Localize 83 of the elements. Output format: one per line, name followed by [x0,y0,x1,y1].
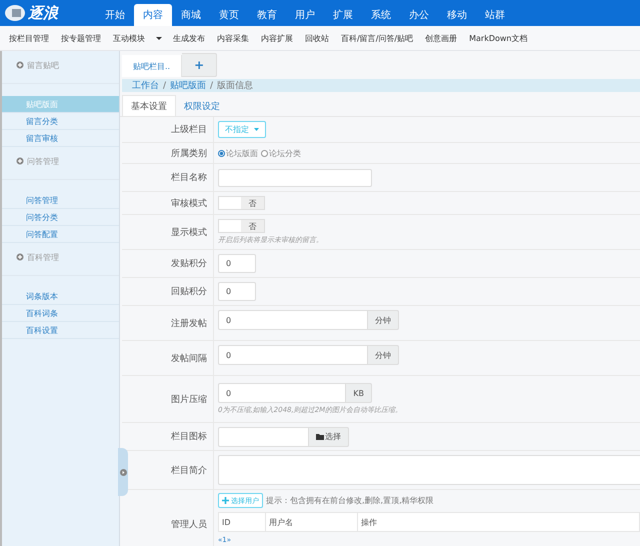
sidebar-item[interactable]: 百科设置 [2,322,119,339]
field-label: 审核模式 [171,198,207,210]
unit-label: KB [346,383,372,403]
number-field[interactable]: 0 [218,254,256,273]
add-tab-button[interactable]: + [182,53,218,77]
field-label: 图片压缩 [171,394,207,406]
nav-tab[interactable]: 扩展 [324,4,362,26]
menu-item[interactable]: 生成发布 [168,32,210,44]
field-label: 回贴积分 [171,286,207,298]
nav-tab[interactable]: 系统 [362,4,400,26]
nav-tab[interactable]: 内容 [134,4,172,26]
field-label: 发帖间隔 [171,352,207,364]
sidebar-item[interactable]: 问答管理 [2,192,119,209]
column-header: ID [218,512,266,532]
number-field[interactable]: 0 [218,345,368,365]
menu-item[interactable]: 按专题管理 [56,32,106,44]
breadcrumb-link[interactable]: 工作台 [132,79,159,92]
group-title[interactable]: 问答管理 [27,157,59,166]
sidebar-item[interactable]: 问答配置 [2,226,119,243]
sidebar-item[interactable]: 问答分类 [2,209,119,226]
number-field[interactable]: 0 [218,282,256,301]
caret-icon [254,128,259,131]
field-label: 栏目名称 [171,172,207,184]
unit-label: 分钟 [368,345,399,365]
nav-tab[interactable]: 用户 [286,4,324,26]
breadcrumb-current: 版面信息 [217,80,254,92]
breadcrumb-separator: / [210,80,214,90]
menu-item[interactable]: 按栏目管理 [4,32,54,44]
nav-tab[interactable]: 办公 [400,4,438,26]
plus-icon [222,497,229,504]
tip-text: 提示：包含拥有在前台修改,删除,置顶,精华权限 [266,495,434,506]
form-tab[interactable]: 权限设定 [176,96,228,116]
nav-tab[interactable]: 商城 [172,4,210,26]
menu-item[interactable]: 内容采集 [212,32,254,44]
menu-item[interactable]: 百科/留言/问答/贴吧 [336,32,418,44]
logo-text: 逐浪 [28,4,58,22]
logo-icon [4,2,26,24]
page-tab[interactable]: 贴吧栏目.. [122,55,182,77]
menu-item[interactable]: 互动模块 [108,32,150,44]
field-label: 栏目简介 [171,464,207,476]
group-title[interactable]: 留言贴吧 [27,61,59,70]
folder-icon [316,433,324,440]
menu-item[interactable]: 创意画册 [420,32,462,44]
nav-tab[interactable]: 黄页 [210,4,248,26]
column-header: 用户名 [266,512,358,532]
number-field[interactable]: 0 [218,310,368,330]
sidebar-item[interactable]: 词条版本 [2,288,119,305]
choose-button[interactable]: 选择 [309,426,349,446]
field-label: 发贴积分 [171,258,207,270]
menu-item[interactable]: 内容扩展 [256,32,298,44]
icon-path-field[interactable] [218,426,309,446]
field-label: 上级栏目 [171,124,207,136]
field-label: 所属类别 [171,148,207,160]
nav-tab[interactable]: 站群 [476,4,514,26]
plus-circle-icon [16,253,24,261]
field-label: 管理人员 [171,518,207,530]
breadcrumb-separator: / [163,80,166,90]
field-label: 注册发帖 [171,318,207,330]
toggle-switch[interactable]: 否 [218,196,265,210]
sidebar-item[interactable]: 留言审核 [2,130,119,147]
group-title[interactable]: 百科管理 [27,253,59,262]
description-field[interactable] [218,455,640,485]
form-tab[interactable]: 基本设置 [122,95,176,116]
sidebar-item[interactable]: 留言分类 [2,113,119,130]
nav-tab[interactable]: 开始 [96,4,134,26]
radio-option[interactable]: 论坛版面 [218,148,258,158]
plus-circle-icon [16,61,24,69]
menu-item[interactable]: MarkDown文档 [464,32,532,44]
nav-tab[interactable]: 移动 [438,4,476,26]
field-label: 栏目图标 [171,430,207,443]
number-field[interactable]: 0 [218,383,346,403]
collapse-handle[interactable] [118,448,128,496]
radio-option[interactable]: 论坛分类 [261,148,301,158]
plus-circle-icon [16,157,24,165]
breadcrumb-link[interactable]: 贴吧版面 [170,79,206,92]
toggle-switch[interactable]: 否 [218,219,265,233]
sidebar-item[interactable]: 百科词条 [2,305,119,322]
menu-item[interactable]: 回收站 [300,32,334,44]
nav-tab[interactable]: 教育 [248,4,286,26]
field-label: 显示模式 [171,226,207,238]
unit-label: 分钟 [368,310,399,330]
name-field[interactable] [218,168,372,186]
column-header: 操作 [358,512,640,532]
